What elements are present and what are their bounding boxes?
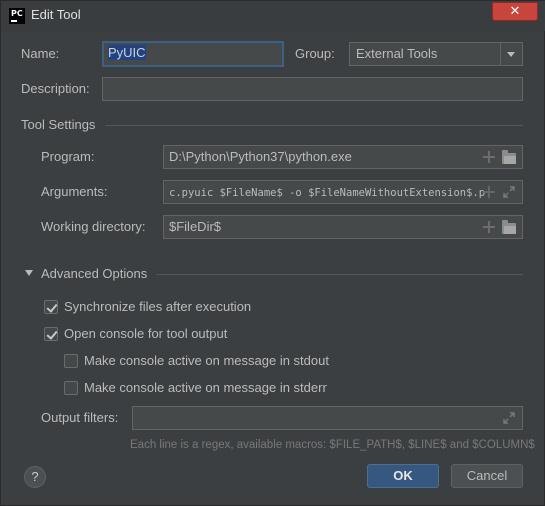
working-directory-input[interactable]: $FileDir$ [163,215,523,239]
open-console-checkbox[interactable] [44,327,58,341]
add-macro-icon[interactable] [483,186,495,198]
output-filters-hint: Each line is a regex, available macros: … [130,439,535,451]
ok-button[interactable]: OK [367,464,439,488]
advanced-options-title[interactable]: Advanced Options [41,266,147,281]
collapse-triangle-icon[interactable] [25,270,33,276]
add-macro-icon[interactable] [483,221,495,233]
program-label: Program: [41,149,95,164]
output-filters-input[interactable] [132,406,523,430]
group-select-value: External Tools [356,46,438,61]
group-label: Group: [295,46,335,61]
arguments-input-value: c.pyuic $FileName$ -o $FileNameWithoutEx… [169,187,486,199]
expand-icon[interactable] [503,186,515,198]
description-label: Description: [21,81,90,96]
open-console-label[interactable]: Open console for tool output [64,326,227,341]
working-directory-input-value: $FileDir$ [169,219,222,234]
cancel-button[interactable]: Cancel [451,464,523,488]
console-stdout-checkbox[interactable] [64,354,78,368]
pycharm-app-icon: PC [9,8,25,24]
expand-icon[interactable] [503,412,515,424]
program-input-value: D:\Python\Python37\python.exe [169,149,352,164]
arguments-input[interactable]: c.pyuic $FileName$ -o $FileNameWithoutEx… [163,180,523,204]
name-input[interactable]: PyUIC [102,41,284,67]
window-title: Edit Tool [31,7,81,22]
chevron-down-icon[interactable] [500,43,522,65]
name-input-value: PyUIC [108,45,146,60]
sync-files-checkbox[interactable] [44,300,58,314]
close-button[interactable]: ✕ [492,2,538,21]
tool-settings-separator [105,125,523,126]
program-input[interactable]: D:\Python\Python37\python.exe [163,145,523,169]
add-macro-icon[interactable] [483,151,495,163]
arguments-label: Arguments: [41,184,108,199]
help-button[interactable]: ? [24,466,46,488]
output-filters-label: Output filters: [41,410,119,425]
sync-files-label[interactable]: Synchronize files after execution [64,299,251,314]
browse-folder-icon[interactable] [502,150,516,164]
working-directory-label: Working directory: [41,219,146,234]
console-stderr-checkbox[interactable] [64,381,78,395]
console-stdout-label[interactable]: Make console active on message in stdout [84,353,329,368]
edit-tool-dialog: PC Edit Tool ✕ Name: PyUIC Group: Extern… [0,0,545,506]
console-stderr-label[interactable]: Make console active on message in stderr [84,380,327,395]
title-bar: PC Edit Tool ✕ [1,1,545,31]
description-input[interactable] [102,77,523,101]
name-label: Name: [21,46,60,61]
group-select[interactable]: External Tools [349,42,523,66]
advanced-options-separator [156,274,523,275]
tool-settings-title: Tool Settings [21,117,96,132]
browse-folder-icon[interactable] [502,220,516,234]
